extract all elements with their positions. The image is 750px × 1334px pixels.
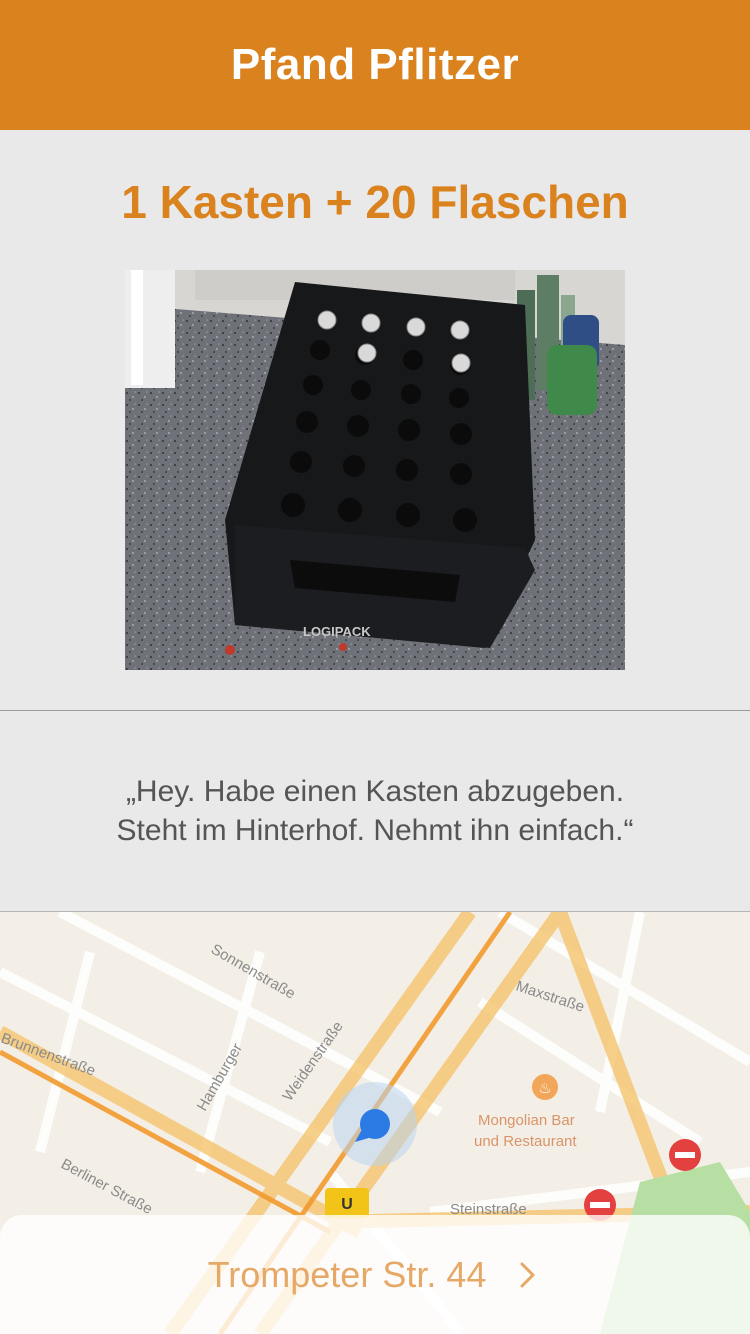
crate-brand-label: LOGIPACK xyxy=(303,624,371,639)
item-title: 1 Kasten + 20 Flaschen xyxy=(121,176,629,228)
item-section: 1 Kasten + 20 Flaschen LOGIPACK xyxy=(0,130,750,710)
poi-name-line2: und Restaurant xyxy=(474,1133,577,1150)
chevron-right-icon xyxy=(520,1262,535,1287)
message-text: „Hey. Habe einen Kasten abzugeben. Steht… xyxy=(116,775,634,847)
transit-badge: U xyxy=(325,1188,369,1218)
poi-name-line1: Mongolian Bar xyxy=(478,1112,575,1129)
svg-text:U: U xyxy=(341,1196,353,1213)
item-photo: LOGIPACK xyxy=(125,270,625,670)
svg-text:♨: ♨ xyxy=(538,1080,551,1097)
current-location-icon[interactable] xyxy=(333,1082,417,1166)
address-button[interactable]: Trompeter Str. 44 xyxy=(0,1215,750,1334)
app-header: Pfand Pflitzer xyxy=(0,0,750,130)
app-title: Pfand Pflitzer xyxy=(230,40,520,89)
address-label: Trompeter Str. 44 xyxy=(207,1253,487,1295)
no-entry-icon xyxy=(669,1139,701,1171)
message-section: „Hey. Habe einen Kasten abzugeben. Steht… xyxy=(0,711,750,911)
